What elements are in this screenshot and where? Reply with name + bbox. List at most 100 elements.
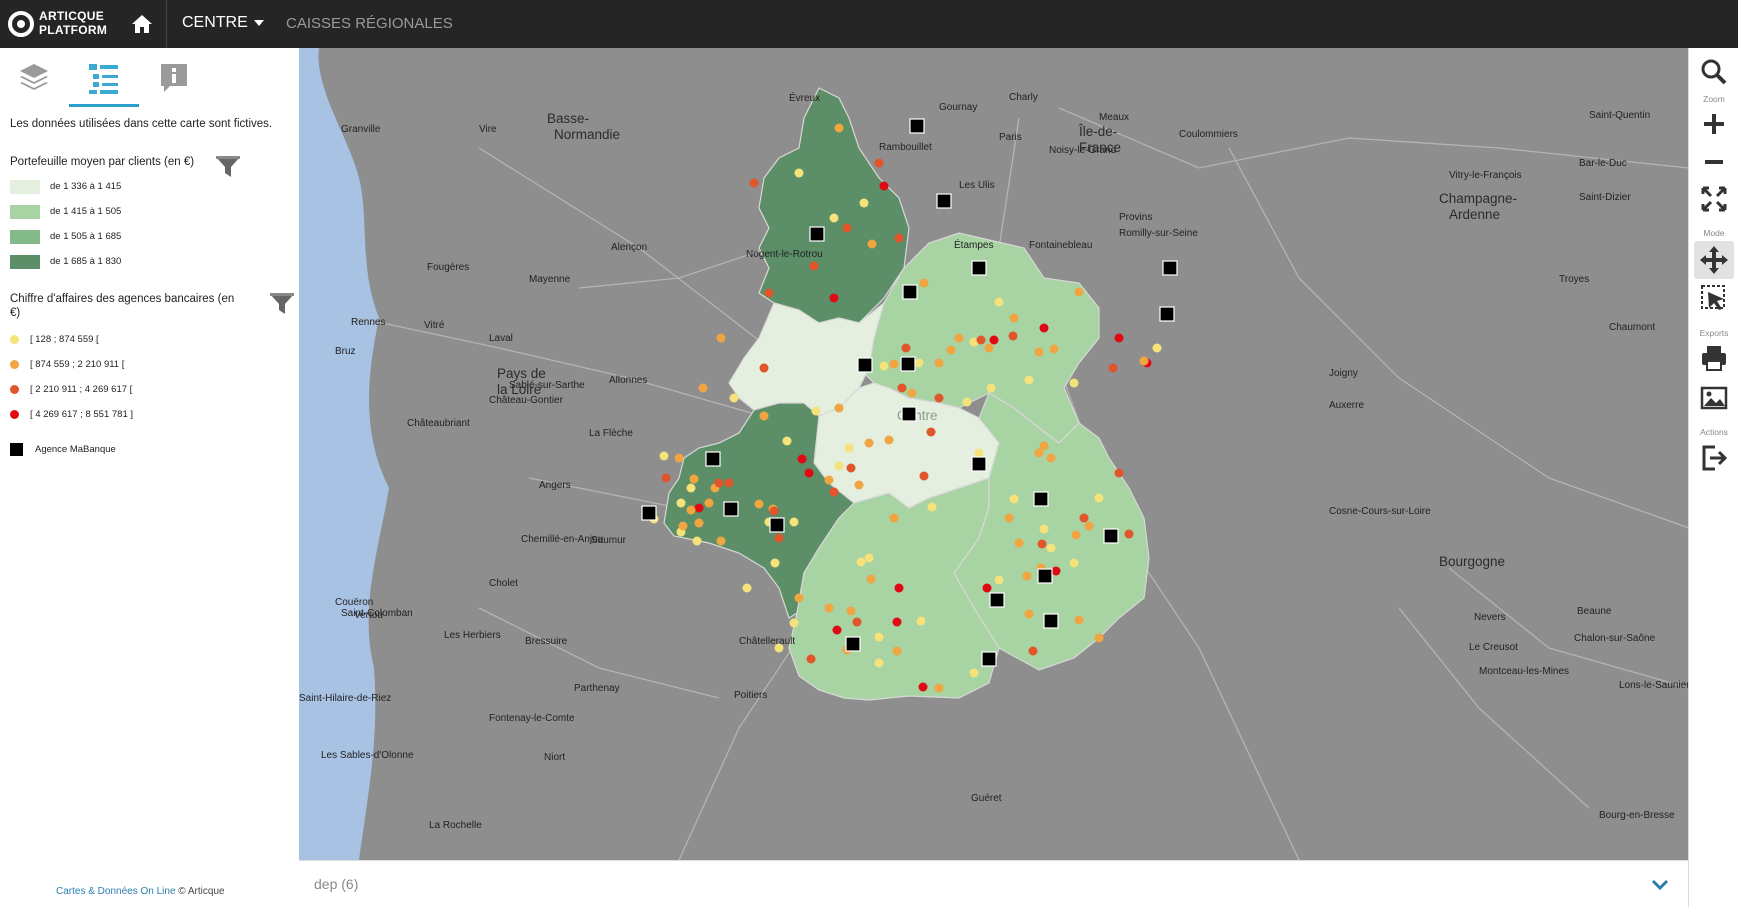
agency-marker[interactable] (723, 501, 739, 517)
revenue-point[interactable] (824, 603, 834, 613)
revenue-point[interactable] (689, 474, 699, 484)
revenue-point[interactable] (864, 438, 874, 448)
revenue-point[interactable] (1022, 571, 1032, 581)
home-icon[interactable] (130, 12, 154, 36)
revenue-point[interactable] (759, 411, 769, 421)
revenue-point[interactable] (694, 518, 704, 528)
revenue-point[interactable] (1028, 646, 1038, 656)
caisses-regionales-link[interactable]: CAISSES RÉGIONALES (286, 15, 453, 32)
revenue-point[interactable] (874, 658, 884, 668)
revenue-point[interactable] (794, 168, 804, 178)
revenue-point[interactable] (1049, 344, 1059, 354)
revenue-point[interactable] (749, 178, 759, 188)
revenue-point[interactable] (832, 625, 842, 635)
info-icon[interactable] (152, 56, 196, 100)
revenue-point[interactable] (1009, 313, 1019, 323)
revenue-point[interactable] (976, 335, 986, 345)
revenue-point[interactable] (1074, 615, 1084, 625)
agency-marker[interactable] (936, 193, 952, 209)
agency-marker[interactable] (769, 517, 785, 533)
revenue-point[interactable] (864, 553, 874, 563)
revenue-point[interactable] (1008, 331, 1018, 341)
revenue-point[interactable] (926, 427, 936, 437)
revenue-point[interactable] (962, 397, 972, 407)
agency-marker[interactable] (971, 260, 987, 276)
revenue-point[interactable] (1037, 539, 1047, 549)
revenue-point[interactable] (829, 293, 839, 303)
revenue-point[interactable] (804, 468, 814, 478)
agency-marker[interactable] (641, 505, 657, 521)
revenue-point[interactable] (954, 333, 964, 343)
revenue-point[interactable] (770, 558, 780, 568)
revenue-point[interactable] (842, 223, 852, 233)
revenue-point[interactable] (892, 617, 902, 627)
revenue-point[interactable] (1024, 609, 1034, 619)
agency-marker[interactable] (857, 357, 873, 373)
cartes-donnees-link[interactable]: Cartes & Données On Line (56, 886, 176, 897)
revenue-point[interactable] (1108, 363, 1118, 373)
revenue-point[interactable] (1034, 347, 1044, 357)
revenue-point[interactable] (769, 506, 779, 516)
revenue-point[interactable] (894, 583, 904, 593)
revenue-point[interactable] (884, 435, 894, 445)
revenue-point[interactable] (692, 536, 702, 546)
revenue-point[interactable] (704, 498, 714, 508)
revenue-point[interactable] (846, 463, 856, 473)
agency-marker[interactable] (1043, 613, 1059, 629)
revenue-point[interactable] (789, 517, 799, 527)
revenue-point[interactable] (724, 478, 734, 488)
revenue-point[interactable] (989, 335, 999, 345)
revenue-point[interactable] (889, 513, 899, 523)
revenue-point[interactable] (889, 359, 899, 369)
revenue-point[interactable] (1009, 494, 1019, 504)
agency-marker[interactable] (809, 226, 825, 242)
revenue-point[interactable] (661, 473, 671, 483)
revenue-point[interactable] (764, 288, 774, 298)
revenue-point[interactable] (1039, 323, 1049, 333)
revenue-point[interactable] (678, 521, 688, 531)
revenue-point[interactable] (918, 682, 928, 692)
image-export-icon[interactable] (1698, 382, 1730, 414)
revenue-point[interactable] (984, 343, 994, 353)
revenue-point[interactable] (994, 575, 1004, 585)
chevron-down-icon[interactable] (1650, 875, 1670, 895)
revenue-point[interactable] (811, 406, 821, 416)
fullscreen-icon[interactable] (1698, 183, 1730, 215)
revenue-point[interactable] (897, 383, 907, 393)
revenue-point[interactable] (914, 358, 924, 368)
agency-marker[interactable] (1159, 306, 1175, 322)
agency-marker[interactable] (1033, 491, 1049, 507)
revenue-point[interactable] (1139, 356, 1149, 366)
revenue-point[interactable] (1069, 378, 1079, 388)
revenue-point[interactable] (1114, 333, 1124, 343)
revenue-point[interactable] (969, 668, 979, 678)
select-area-icon[interactable] (1698, 282, 1730, 314)
revenue-point[interactable] (919, 278, 929, 288)
agency-marker[interactable] (971, 456, 987, 472)
revenue-point[interactable] (674, 453, 684, 463)
agency-marker[interactable] (902, 284, 918, 300)
zoom-in-icon[interactable] (1698, 108, 1730, 140)
revenue-point[interactable] (934, 358, 944, 368)
agency-marker[interactable] (705, 451, 721, 467)
revenue-point[interactable] (729, 393, 739, 403)
revenue-point[interactable] (1046, 543, 1056, 553)
revenue-point[interactable] (982, 583, 992, 593)
revenue-point[interactable] (782, 436, 792, 446)
revenue-point[interactable] (1124, 529, 1134, 539)
revenue-point[interactable] (1084, 521, 1094, 531)
revenue-point[interactable] (694, 503, 704, 513)
revenue-point[interactable] (1074, 287, 1084, 297)
filter-icon[interactable] (215, 155, 241, 179)
revenue-point[interactable] (686, 483, 696, 493)
map-view[interactable]: Basse- Normandie Pays de la Loire Île-de… (299, 48, 1689, 860)
revenue-point[interactable] (974, 448, 984, 458)
articque-logo[interactable]: ARTICQUE PLATFORM (8, 9, 108, 39)
pan-move-icon[interactable] (1694, 241, 1734, 279)
revenue-point[interactable] (919, 471, 929, 481)
revenue-point[interactable] (1039, 441, 1049, 451)
revenue-point[interactable] (1069, 558, 1079, 568)
revenue-point[interactable] (829, 487, 839, 497)
revenue-point[interactable] (852, 617, 862, 627)
revenue-point[interactable] (759, 363, 769, 373)
